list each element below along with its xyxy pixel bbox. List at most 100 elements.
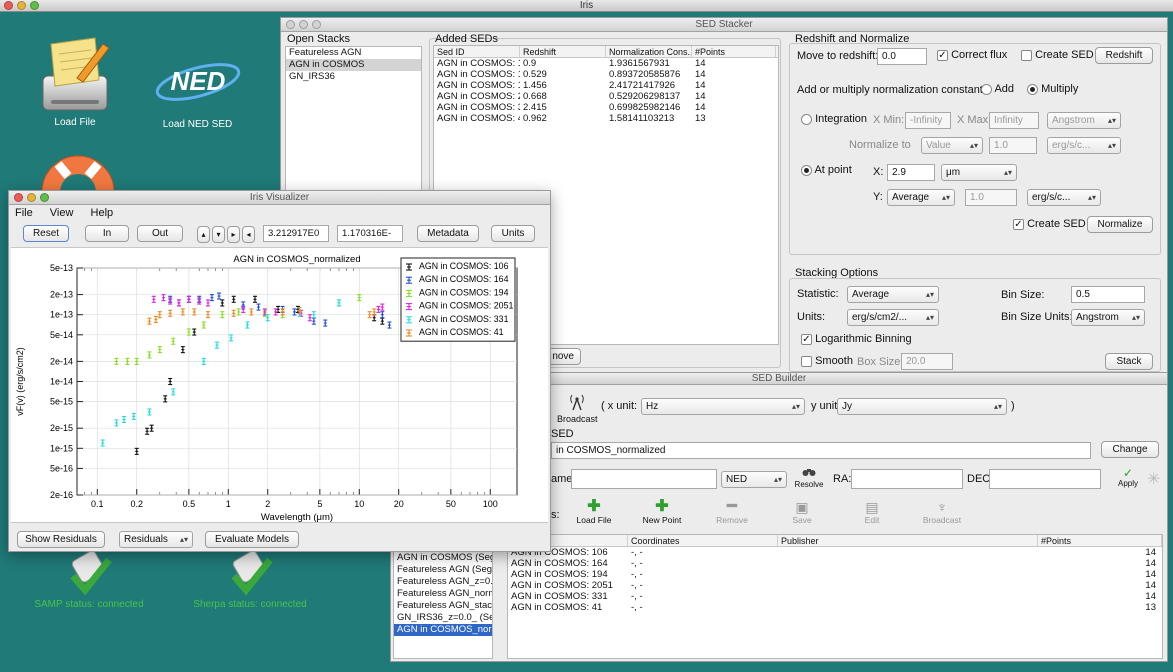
integration-unit-select[interactable]: Angstrom ▴▾ bbox=[1047, 112, 1121, 129]
table-row[interactable]: AGN in COSMOS: 1...1.456 2.41721417926 14 bbox=[434, 80, 778, 91]
segments-table[interactable]: Coordinates Publisher #Points AGN in COSMOS… bbox=[507, 534, 1163, 659]
residuals-select[interactable]: Residuals ▴▾ bbox=[119, 531, 193, 548]
zoom-icon[interactable] bbox=[40, 193, 49, 202]
builder-load-file-button[interactable]: ✚ Load File bbox=[571, 499, 617, 526]
column-header[interactable]: Coordinates bbox=[628, 535, 778, 546]
evaluate-models-button[interactable]: Evaluate Models bbox=[205, 531, 299, 548]
multiply-radio[interactable]: Multiply bbox=[1027, 83, 1078, 95]
close-icon[interactable] bbox=[4, 1, 13, 10]
toolbar-broadcast-button[interactable]: ♆ Broadcast bbox=[919, 499, 965, 525]
correct-flux-checkbox[interactable]: ✓ Correct flux bbox=[937, 49, 1007, 61]
x-point-input[interactable]: 2.9 bbox=[887, 164, 935, 181]
close-icon[interactable] bbox=[286, 20, 295, 29]
minimize-icon[interactable] bbox=[27, 193, 36, 202]
target-name-input[interactable] bbox=[571, 469, 717, 489]
resolve-control[interactable]: Resolve bbox=[793, 467, 825, 489]
zoom-in-button[interactable]: In bbox=[85, 225, 129, 242]
show-residuals-button[interactable]: Show Residuals bbox=[17, 531, 105, 548]
save-button[interactable]: ▣ Save bbox=[779, 499, 825, 525]
sed-list-item[interactable]: Featureless AGN_z=0.0 bbox=[394, 576, 492, 588]
dec-input[interactable] bbox=[989, 469, 1101, 489]
open-stack-item[interactable]: AGN in COSMOS bbox=[286, 59, 421, 71]
lifebuoy-icon[interactable] bbox=[32, 148, 122, 229]
new-point-button[interactable]: ✚ New Point bbox=[639, 499, 685, 526]
integration-radio[interactable]: Integration bbox=[801, 113, 867, 125]
zoom-icon[interactable] bbox=[30, 1, 39, 10]
xmin-input[interactable]: -Infinity bbox=[905, 112, 951, 129]
table-row[interactable]: AGN in COSMOS: 41 0.962 1.58141103213 13 bbox=[434, 113, 778, 124]
pan-right-icon[interactable]: ▸ bbox=[227, 226, 240, 243]
edit-button[interactable]: ▤ Edit bbox=[849, 499, 895, 525]
at-point-radio[interactable]: At point bbox=[801, 164, 852, 176]
menu-help[interactable]: Help bbox=[91, 207, 114, 219]
builder-y-unit-select[interactable]: Jy ▴▾ bbox=[837, 398, 1007, 415]
table-row[interactable]: AGN in COSMOS: 1...0.529 0.893720585876 14 bbox=[434, 69, 778, 80]
zoom-icon[interactable] bbox=[312, 20, 321, 29]
table-row[interactable]: AGN in COSMOS: 194 -, - 14 bbox=[508, 569, 1162, 580]
create-sed-normalize-checkbox[interactable]: ✓ Create SED bbox=[1013, 218, 1086, 230]
y-unit-select[interactable]: erg/s/c... ▴▾ bbox=[1027, 189, 1101, 206]
xmax-input[interactable]: Infinity bbox=[989, 112, 1039, 129]
reset-button[interactable]: Reset bbox=[23, 225, 69, 242]
open-stacks-list[interactable]: Featureless AGN AGN in COSMOS GN_IRS36 bbox=[285, 46, 422, 206]
table-row[interactable]: AGN in COSMOS: 2...0.668 0.529206298137 14 bbox=[434, 91, 778, 102]
table-row[interactable]: AGN in COSMOS: 3...2.415 0.699825982146 14 bbox=[434, 102, 778, 113]
column-header[interactable]: #Points bbox=[692, 46, 776, 57]
sed-list[interactable]: AGN in COSMOS (SegmFeatureless AGN (Segm… bbox=[393, 551, 493, 659]
builder-x-unit-select[interactable]: Hz ▴▾ bbox=[641, 398, 805, 415]
table-row[interactable]: AGN in COSMOS: 2051 -, - 14 bbox=[508, 580, 1162, 591]
column-header[interactable]: Normalization Cons... bbox=[606, 46, 692, 57]
sed-list-item[interactable]: Featureless AGN_stacke bbox=[394, 600, 492, 612]
name-resolver-select[interactable]: NED ▴▾ bbox=[721, 471, 787, 488]
table-row[interactable]: AGN in COSMOS: 106 -, -14 bbox=[508, 547, 1162, 558]
sed-list-item[interactable]: AGN in COSMOS (Segm bbox=[394, 552, 492, 564]
plot-area[interactable]: AGN in COSMOS_normalized Wavelength (μm) v… bbox=[11, 247, 548, 523]
redshift-input[interactable]: 0.0 bbox=[877, 48, 927, 65]
pan-down-icon[interactable]: ▾ bbox=[212, 226, 225, 243]
column-header[interactable]: Sed ID bbox=[434, 46, 520, 57]
log-binning-checkbox[interactable]: ✓ Logarithmic Binning bbox=[801, 333, 912, 345]
pan-up-icon[interactable]: ▴ bbox=[197, 226, 210, 243]
add-radio[interactable]: Add bbox=[981, 83, 1014, 95]
normalize-button[interactable]: Normalize bbox=[1087, 216, 1153, 233]
table-row[interactable]: AGN in COSMOS: 41 -, - 13 bbox=[508, 602, 1162, 613]
load-file-desktop-icon[interactable]: Load File bbox=[30, 30, 120, 128]
open-stack-item[interactable]: Featureless AGN bbox=[286, 47, 421, 59]
statistic-select[interactable]: Average ▴▾ bbox=[847, 286, 939, 303]
minimize-icon[interactable] bbox=[17, 1, 26, 10]
sed-list-item[interactable]: AGN in COSMOS_normal bbox=[394, 624, 492, 636]
window-controls[interactable] bbox=[4, 1, 39, 10]
close-icon[interactable] bbox=[14, 193, 23, 202]
box-size-input[interactable]: 20.0 bbox=[901, 353, 953, 370]
table-row[interactable]: AGN in COSMOS: 331 -, - 14 bbox=[508, 591, 1162, 602]
normalize-unit-select[interactable]: erg/s/c... ▴▾ bbox=[1047, 137, 1121, 154]
column-header[interactable]: Publisher bbox=[778, 535, 1038, 546]
visualizer-window-controls[interactable] bbox=[14, 193, 49, 202]
builder-broadcast-control[interactable]: Broadcast bbox=[557, 391, 598, 424]
create-sed-checkbox[interactable]: Create SED bbox=[1021, 49, 1094, 61]
builder-remove-button[interactable]: ━ Remove bbox=[709, 499, 755, 526]
column-header[interactable]: #Points bbox=[1038, 535, 1162, 546]
open-stack-item[interactable]: GN_IRS36 bbox=[286, 71, 421, 83]
units-button[interactable]: Units bbox=[491, 225, 535, 242]
bin-size-input[interactable]: 0.5 bbox=[1071, 286, 1145, 303]
menu-view[interactable]: View bbox=[50, 207, 74, 219]
sed-list-item[interactable]: GN_IRS36_z=0.0_ (Segm bbox=[394, 612, 492, 624]
y-value-input[interactable]: 1.0 bbox=[965, 189, 1017, 206]
sed-list-item[interactable]: Featureless AGN (Segme bbox=[394, 564, 492, 576]
zoom-out-button[interactable]: Out bbox=[137, 225, 183, 242]
sed-list-item[interactable]: Featureless AGN_norma bbox=[394, 588, 492, 600]
stack-units-select[interactable]: erg/s/cm2/... ▴▾ bbox=[847, 309, 939, 326]
sed-name-field[interactable]: in COSMOS_normalized bbox=[551, 442, 1091, 459]
y-mode-select[interactable]: Average ▴▾ bbox=[887, 189, 955, 206]
stack-button[interactable]: Stack bbox=[1105, 353, 1153, 370]
metadata-button[interactable]: Metadata bbox=[417, 225, 479, 242]
ra-input[interactable] bbox=[851, 469, 963, 489]
stacker-window-controls[interactable] bbox=[286, 20, 321, 29]
menu-file[interactable]: File bbox=[15, 207, 33, 219]
apply-control[interactable]: ✓ Apply bbox=[1113, 467, 1143, 488]
smooth-checkbox[interactable]: Smooth bbox=[801, 355, 853, 367]
x-unit-select[interactable]: μm ▴▾ bbox=[941, 164, 1017, 181]
load-ned-desktop-icon[interactable]: NED Load NED SED bbox=[150, 52, 245, 130]
minimize-icon[interactable] bbox=[299, 20, 308, 29]
